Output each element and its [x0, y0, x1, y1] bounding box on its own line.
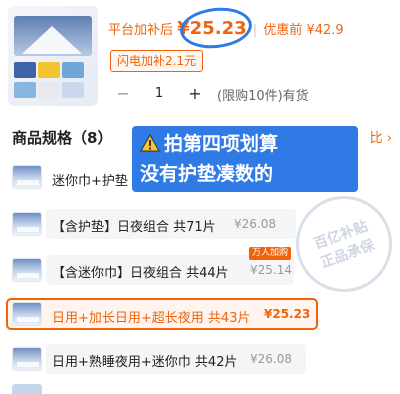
spec-item-price: ¥25.14	[250, 263, 292, 277]
thumbnail-pack	[14, 82, 36, 98]
spec-item-price: ¥26.08	[250, 352, 292, 366]
spec-thumbnail	[12, 347, 42, 371]
annotation-line-2: 没有护垫凑数的	[140, 163, 274, 185]
quantity-stepper[interactable]: − 1 +	[110, 82, 208, 104]
spec-item-label[interactable]: 迷你巾+护垫	[52, 170, 128, 189]
product-thumbnail[interactable]	[8, 6, 98, 106]
thumbnail-pack	[14, 62, 36, 78]
spec-more-link[interactable]: 比 ›	[370, 127, 392, 146]
spec-thumbnail	[12, 165, 42, 189]
spec-item-label[interactable]: 【含迷你巾】日夜组合 共44片	[52, 262, 229, 281]
guarantee-watermark: 百亿补贴 正品承保	[282, 182, 400, 306]
thumbnail-mountain	[22, 26, 82, 54]
hot-sale-tag: 万人加购	[249, 247, 292, 260]
flash-subsidy-tag: 闪电加补2.1元	[110, 50, 204, 72]
decrease-button[interactable]: −	[110, 84, 136, 103]
price-divider: |	[252, 23, 258, 38]
spec-item-label[interactable]: 日用+加长日用+超长夜用 共43片	[52, 307, 250, 326]
thumbnail-pack	[38, 82, 60, 98]
annotation-line-1: 拍第四项划算	[164, 133, 279, 155]
original-price-label: 优惠前	[263, 23, 303, 38]
increase-button[interactable]: +	[182, 84, 208, 103]
annotation-overlay: 拍第四项划算 没有护垫凑数的	[132, 126, 358, 192]
spec-thumbnail	[12, 302, 42, 326]
spec-thumbnail-partial	[12, 384, 42, 394]
spec-item-price: ¥26.08	[234, 217, 276, 231]
price-label: 平台加补后	[108, 23, 174, 38]
annotation-circle	[178, 4, 254, 52]
original-price: ¥42.9	[306, 23, 344, 38]
purchase-limit-text: (限购10件)有货	[217, 89, 309, 104]
spec-thumbnail	[12, 258, 42, 282]
thumbnail-pack	[38, 62, 60, 78]
spec-item-label[interactable]: 日用+熟睡夜用+迷你巾 共42片	[52, 351, 237, 370]
spec-item-label[interactable]: 【含护垫】日夜组合 共71片	[52, 216, 216, 235]
quantity-value[interactable]: 1	[136, 86, 182, 101]
spec-item-price: ¥25.23	[264, 307, 311, 321]
spec-thumbnail	[12, 212, 42, 236]
thumbnail-pack	[62, 62, 84, 78]
warning-icon	[140, 131, 160, 152]
spec-section-title: 商品规格（8）	[12, 129, 113, 147]
thumbnail-pack	[62, 82, 84, 98]
